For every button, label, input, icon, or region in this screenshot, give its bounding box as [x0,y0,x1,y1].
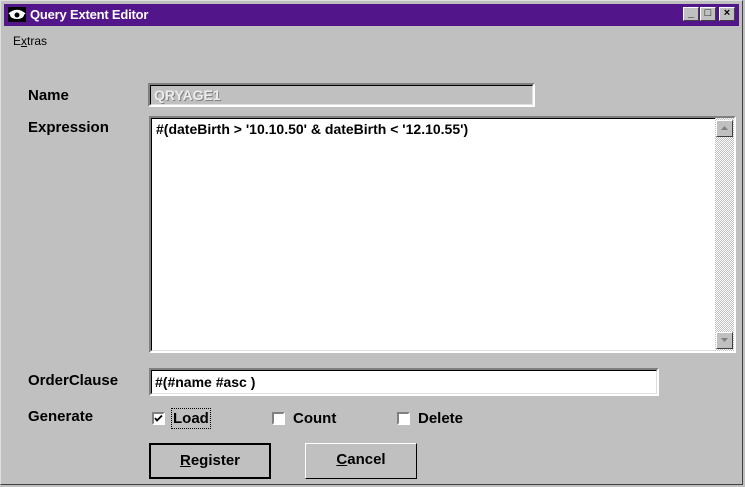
expression-textarea[interactable]: #(dateBirth > '10.10.50' & dateBirth < '… [149,116,736,353]
maximize-icon: □ [704,7,712,19]
order-clause-value: #(#name #asc ) [155,374,256,390]
load-label: Load [171,408,211,429]
title-bar[interactable]: Query Extent Editor _ □ × [4,4,739,26]
maximize-button[interactable]: □ [700,7,716,21]
arrow-down-icon [721,338,728,342]
delete-checkbox[interactable]: Delete [397,410,463,427]
menu-bar: Extras [4,29,739,51]
cancel-label: Cancel [336,451,386,468]
delete-label: Delete [418,410,464,427]
checkmark-icon [154,414,163,422]
expression-label: Expression [28,119,109,136]
scroll-up-button[interactable] [716,120,733,137]
register-button[interactable]: Register [149,443,271,479]
arrow-up-icon [721,126,728,130]
eye-icon[interactable] [8,7,26,22]
order-clause-field[interactable]: #(#name #asc ) [149,368,659,396]
query-extent-editor-window: Query Extent Editor _ □ × Extras Name QR… [0,0,743,485]
order-clause-label: OrderClause [28,372,119,389]
window-title: Query Extent Editor [30,7,149,22]
scroll-down-button[interactable] [716,332,733,349]
name-label: Name [28,87,69,104]
minimize-icon: _ [687,7,695,19]
generate-label: Generate [28,408,94,425]
expression-value: #(dateBirth > '10.10.50' & dateBirth < '… [156,121,469,137]
name-field[interactable]: QRYAGE1 [148,83,535,107]
count-label: Count [293,410,337,427]
close-button[interactable]: × [719,7,735,21]
name-value: QRYAGE1 [154,87,221,103]
close-icon: × [723,7,731,19]
count-checkbox[interactable]: Count [272,410,336,427]
expression-scrollbar[interactable] [715,118,734,351]
minimize-button[interactable]: _ [683,7,699,21]
menu-extras[interactable]: Extras [13,34,47,48]
register-label: Register [179,452,241,469]
load-checkbox[interactable]: Load [152,408,211,429]
cancel-button[interactable]: Cancel [305,443,417,479]
